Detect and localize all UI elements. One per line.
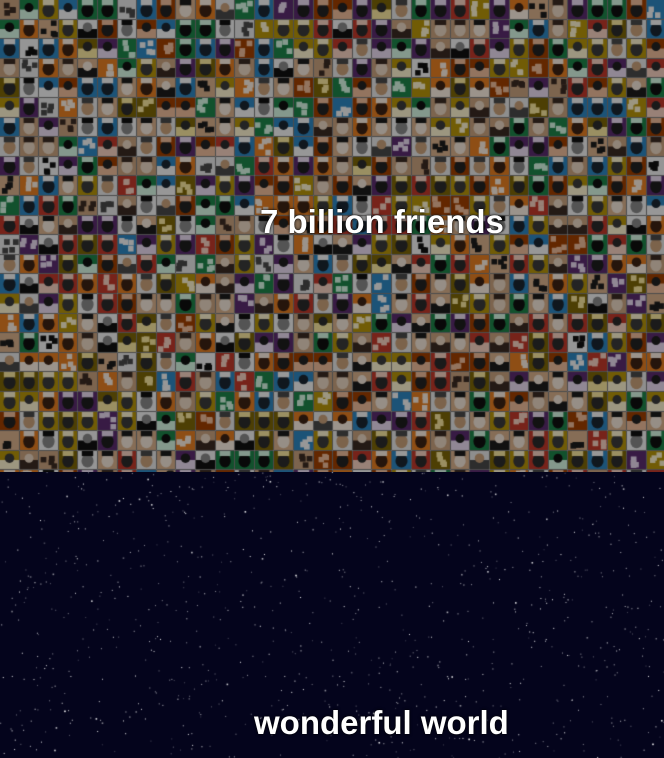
headline-bottom: wonderful world — [254, 704, 509, 741]
page: 7 billion friends wonderful world — [0, 0, 664, 758]
headline-top: 7 billion friends — [260, 203, 504, 240]
